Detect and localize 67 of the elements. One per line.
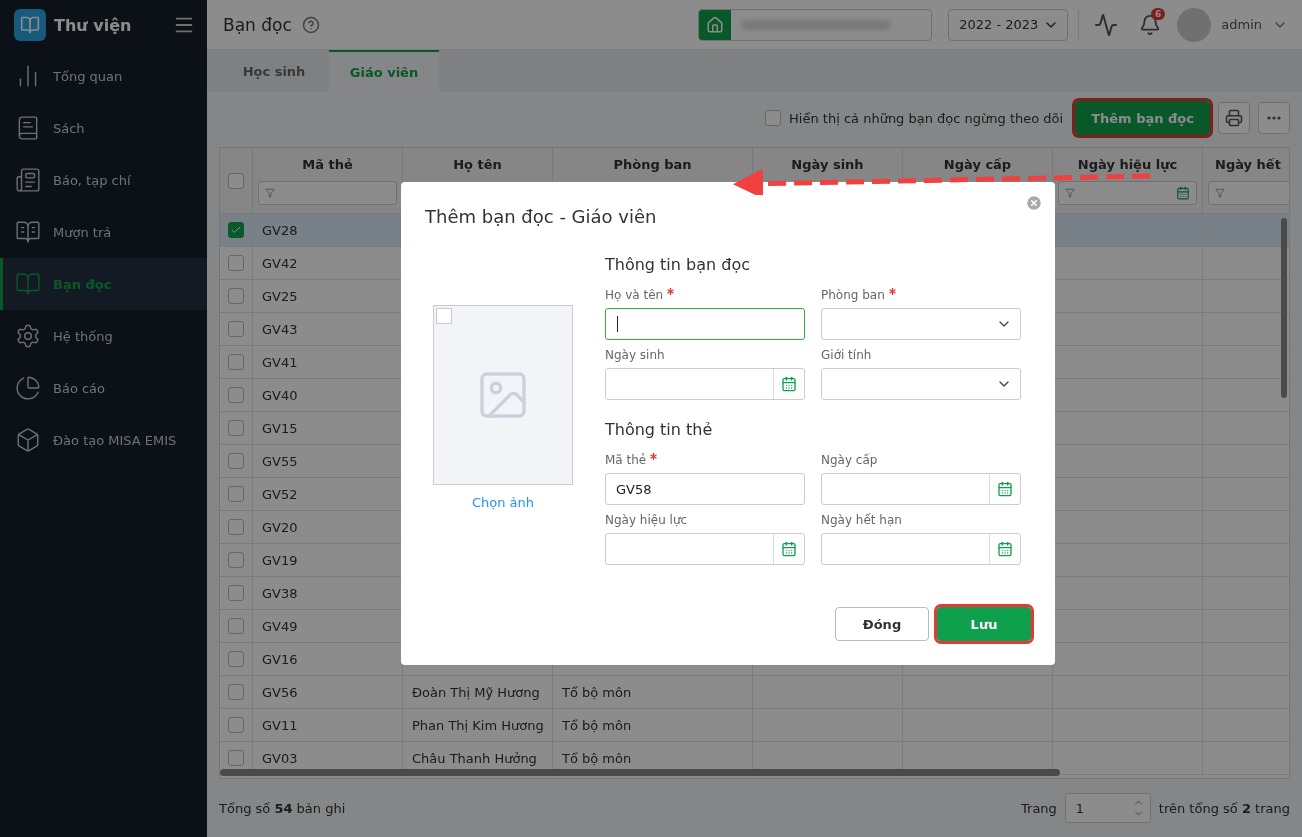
tab[interactable]: Giáo viên [329, 50, 439, 92]
table-cell: GV28 [262, 222, 298, 238]
column-header[interactable]: Ngày hết [1203, 148, 1289, 181]
table-cell: GV19 [262, 552, 298, 568]
field-label: Mã thẻ [605, 453, 805, 467]
sidebar-item[interactable]: Báo cáo [0, 362, 207, 414]
table-cell: GV15 [262, 420, 298, 436]
sidebar-item[interactable]: Tổng quan [0, 50, 207, 102]
sidebar-item[interactable]: Đào tạo MISA EMIS [0, 414, 207, 466]
field-label: Ngày hết hạn [821, 513, 903, 527]
table-cell: GV42 [262, 255, 298, 271]
sidebar-item[interactable]: Hệ thống [0, 310, 207, 362]
table-cell: Tổ bộ môn [562, 684, 632, 700]
close-button[interactable]: Đóng [835, 607, 929, 641]
column-header[interactable]: Ngày cấp [903, 148, 1052, 181]
column-header[interactable]: Phòng ban [553, 148, 752, 181]
table-cell: GV20 [262, 519, 298, 535]
table-cell: GV56 [262, 684, 298, 700]
app-name: Thư viện [54, 15, 133, 35]
input-field[interactable]: GV58 [605, 473, 805, 505]
dialog-title: Thêm bạn đọc - Giáo viên [425, 206, 658, 227]
field-label: Ngày hiệu lực [605, 513, 689, 527]
table-cell: GV38 [262, 585, 298, 601]
table-row[interactable]: GV11 Phan Thị Kim Hương Tổ bộ môn [220, 709, 1289, 742]
table-cell: Phan Thị Kim Hương [412, 717, 544, 733]
table-cell: GV55 [262, 453, 298, 469]
table-cell: GV41 [262, 354, 298, 370]
section-title: Thông tin thẻ [605, 420, 714, 439]
page-title: Bạn đọc [223, 14, 292, 35]
sidebar-item[interactable]: Mượn trả [0, 206, 207, 258]
table-cell: GV03 [262, 750, 298, 766]
save-button[interactable]: Lưu [937, 607, 1031, 641]
table-cell: GV52 [262, 486, 298, 502]
year-select[interactable]: 2022 - 2023 [948, 8, 1069, 41]
field-label: Phòng ban [821, 288, 1021, 302]
column-header[interactable]: Ngày sinh [753, 148, 902, 181]
table-cell: GV43 [262, 321, 298, 337]
table-cell: GV40 [262, 387, 298, 403]
tab[interactable]: Học sinh [219, 50, 329, 92]
record-count: Tổng số 54 bản ghi [219, 800, 346, 816]
table-cell: Tổ bộ môn [562, 750, 632, 766]
table-cell: GV49 [262, 618, 298, 634]
sidebar-item[interactable]: Sách [0, 102, 207, 154]
table-cell: GV16 [262, 651, 298, 667]
table-cell: Tổ bộ môn [562, 717, 632, 733]
checkbox-label[interactable]: Hiển thị cả những bạn đọc ngừng theo dõi [789, 110, 1064, 126]
field-label: Ngày cấp [821, 453, 879, 467]
notification-count: 6 [1151, 7, 1166, 20]
field-label: Họ và tên [605, 288, 805, 302]
table-row[interactable]: GV56 Đoàn Thị Mỹ Hương Tổ bộ môn [220, 676, 1289, 709]
page-field[interactable]: 1 [1064, 793, 1151, 823]
table-cell: GV11 [262, 717, 298, 733]
table-cell: GV25 [262, 288, 298, 304]
sidebar-item[interactable]: Báo, tạp chí [0, 154, 207, 206]
choose-photo-link[interactable]: Chọn ảnh [471, 495, 535, 510]
column-header[interactable]: Họ tên [403, 148, 552, 181]
page-label: Trang [1021, 800, 1057, 816]
add-reader-button[interactable]: Thêm bạn đọc [1075, 101, 1210, 135]
table-cell: Châu Thanh Hưởng [412, 750, 537, 766]
field-label: Giới tính [821, 348, 873, 362]
user-name[interactable]: admin [1221, 17, 1262, 32]
page-total: trên tổng số 2 trang [1158, 800, 1290, 816]
column-header[interactable]: Mã thẻ [253, 148, 402, 181]
column-header[interactable]: Ngày hiệu lực [1053, 148, 1202, 181]
section-title: Thông tin bạn đọc [605, 255, 751, 274]
table-cell: Đoàn Thị Mỹ Hương [412, 684, 540, 700]
field-label: Ngày sinh [605, 348, 666, 362]
